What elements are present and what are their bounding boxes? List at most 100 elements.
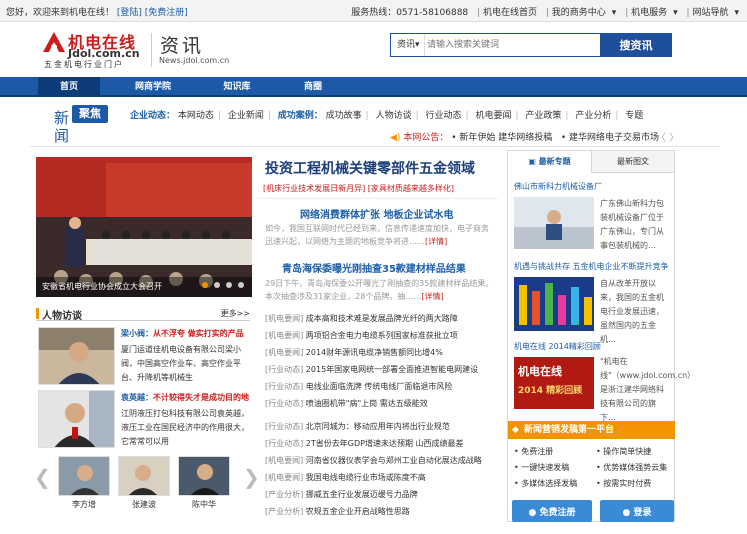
headline-photo[interactable]: 安徽省机电行业协会成立大会召开 bbox=[36, 157, 252, 297]
subnav-item-news[interactable]: 机电要闻 bbox=[475, 111, 511, 121]
gallery-name[interactable]: 李方增 bbox=[58, 499, 110, 510]
search-input[interactable] bbox=[427, 37, 597, 53]
avatar[interactable] bbox=[178, 456, 230, 496]
gallery-name[interactable]: 陈中华 bbox=[178, 499, 230, 510]
subnav-item-success[interactable]: 成功故事 bbox=[326, 111, 362, 121]
list-item[interactable]: [行业动态] 北京同城为：移动应用年内将出行业规范 bbox=[265, 418, 495, 435]
person-title[interactable]: 梁小阀：从不浮夸 做实打实的产品 bbox=[121, 328, 244, 339]
chevron-down-icon: ▾ bbox=[611, 8, 617, 18]
news-list: [机电要闻] 成本高和技术难是发展品牌光纤的两大路障 [机电要闻] 两项铝合金电… bbox=[265, 310, 495, 520]
story-summary: 如今，我国互联网时代已经到来，信息传递速度加快，电子商务迅速兴起，以网络为主题的… bbox=[265, 224, 489, 246]
notice-item[interactable]: • 新年伊始 建华网络投稿 bbox=[451, 133, 552, 143]
free-register-button[interactable]: ● 免费注册 bbox=[512, 500, 592, 522]
people-section-title: 人物访谈 bbox=[42, 311, 82, 322]
nav-item-knowledge[interactable]: 知识库 bbox=[206, 77, 268, 97]
topic-thumbnail[interactable]: 机电在线 2014 精彩回顾 bbox=[514, 357, 594, 409]
story-title[interactable]: 网络消费群体扩张 地板企业试水电 bbox=[300, 206, 453, 221]
promo-item: • 操作简单快捷 bbox=[596, 447, 652, 456]
subnav-item-analysis[interactable]: 产业分析 bbox=[575, 111, 611, 121]
notice-arrows[interactable]: 〈 〉 bbox=[656, 129, 679, 144]
topic-title[interactable]: 机电在线 2014精彩回顾 bbox=[514, 341, 601, 352]
header-divider bbox=[151, 33, 152, 67]
people-more-link[interactable]: 更多>> bbox=[221, 308, 250, 319]
slide-dot[interactable] bbox=[238, 282, 244, 288]
slide-dot[interactable] bbox=[226, 282, 233, 288]
divider bbox=[30, 146, 720, 147]
tab-latest-photos[interactable]: 最新图文 bbox=[592, 151, 674, 173]
nav-item-business-circle[interactable]: 商圈 bbox=[286, 77, 340, 97]
list-item[interactable]: [产业分析] 挪威五金行业发展迈缓号力品牌 bbox=[265, 486, 495, 503]
avatar[interactable] bbox=[58, 456, 110, 496]
avatar[interactable] bbox=[118, 456, 170, 496]
promo-item: • 多媒体选择发稿 bbox=[514, 479, 578, 488]
subnav-item-interview[interactable]: 人物访谈 bbox=[376, 111, 412, 121]
welcome-text: 您好，欢迎来到机电在线！ bbox=[6, 8, 115, 18]
search-button[interactable]: 搜资讯 bbox=[600, 33, 672, 57]
person-title[interactable]: 袁英越：不计较得失才是成功目的地 bbox=[121, 392, 249, 403]
topic-icon: ▣ bbox=[528, 157, 536, 166]
login-link[interactable]: [登陆] bbox=[117, 8, 142, 18]
gallery-prev-arrow[interactable]: ❮ bbox=[34, 465, 51, 489]
list-item[interactable]: [机电要闻] 成本高和技术难是发展品牌光纤的两大路障 bbox=[265, 310, 495, 327]
promo-title: 新闻营销发稿第一平台 bbox=[524, 425, 615, 435]
subnav-item-company-news[interactable]: 企业新闻 bbox=[228, 111, 264, 121]
slide-dot[interactable] bbox=[214, 282, 221, 288]
gallery-name[interactable]: 张建波 bbox=[118, 499, 170, 510]
main-headline[interactable]: 投资工程机械关键零部件五金领域 bbox=[265, 158, 475, 178]
topic-thumbnail[interactable] bbox=[514, 277, 594, 331]
free-register-link[interactable]: [免费注册] bbox=[145, 8, 188, 18]
topic-title[interactable]: 佛山市新科力机械设备厂 bbox=[514, 181, 602, 192]
subnav-item-special[interactable]: 专题 bbox=[625, 111, 643, 121]
industry-label: 企业动态： bbox=[130, 111, 176, 121]
logo-sub-text: 五金机电行业门户 bbox=[44, 60, 124, 69]
top-links: 服务热线：0571-58106888 | 机电在线首页 | 我的商务中心 ▾ | … bbox=[351, 8, 739, 18]
tab-latest-topics[interactable]: ▣ 最新专题 bbox=[508, 151, 592, 173]
user-icon: ● bbox=[622, 507, 631, 518]
list-item[interactable]: [行业动态] 喷油圈机带"病"上岗 需达五级能效 bbox=[265, 395, 495, 412]
story-more-link[interactable]: [详情] bbox=[425, 237, 447, 246]
sub-nav: 新 闻 聚焦 企业动态： 本网动态 | 企业新闻 | 成功案例： 成功故事 | 人物访… bbox=[0, 99, 747, 146]
story-more-link[interactable]: [详情] bbox=[421, 292, 443, 301]
list-item[interactable]: [机电要闻] 两项铝合金电力电缆系列国家标准获批立项 bbox=[265, 327, 495, 344]
subnav-item-industry[interactable]: 行业动态 bbox=[426, 111, 462, 121]
topic-thumbnail[interactable] bbox=[514, 197, 594, 249]
list-item[interactable]: [行业动态] 电线业面临洗牌 传统电线厂面临退市风险 bbox=[265, 378, 495, 395]
list-item[interactable]: [行业动态] 2T省份去年GDP增速未达预期 山西成绩最差 bbox=[265, 435, 495, 452]
category-links: 企业动态： 本网动态 | 企业新闻 | 成功案例： 成功故事 | 人物访谈 | 行业动态… bbox=[130, 111, 644, 121]
bell-icon: ◆ bbox=[512, 425, 519, 435]
list-item[interactable]: [机电要闻] 我国电线电缆行业市场或陈度不高 bbox=[265, 469, 495, 486]
nav-item-academy[interactable]: 网商学院 bbox=[118, 77, 188, 97]
topic-title[interactable]: 机遇与挑战共存 五金机电企业不断提升竞争 bbox=[514, 261, 669, 272]
avatar[interactable] bbox=[38, 327, 115, 385]
list-item[interactable]: [产业分析] 农规五金企业开启战略性思路 bbox=[265, 503, 495, 520]
search-box: 资讯▾ 搜资讯 bbox=[390, 33, 672, 57]
subnav-item-site-news[interactable]: 本网动态 bbox=[178, 111, 214, 121]
nav-item-home[interactable]: 首页 bbox=[38, 77, 100, 97]
list-item[interactable]: [行业动态] 2015年国家电网统一部署全面推进智能电网建设 bbox=[265, 361, 495, 378]
site-nav-link[interactable]: 网站导航 bbox=[692, 8, 728, 18]
login-button[interactable]: ● 登录 bbox=[600, 500, 674, 522]
story-title[interactable]: 青岛海保委曝光刚抽查35款建材样品结果 bbox=[282, 260, 466, 275]
avatar[interactable] bbox=[38, 390, 115, 448]
promo-item: • 按需实时付费 bbox=[596, 479, 652, 488]
search-category-select[interactable]: 资讯▾ bbox=[391, 34, 425, 56]
news-focus-logo: 新 闻 聚焦 bbox=[50, 103, 110, 145]
service-link[interactable]: 机电服务 bbox=[631, 8, 667, 18]
slide-dot[interactable] bbox=[202, 282, 209, 288]
headline-tags[interactable]: [机床行业技术发展日新月异] [家具材质越来越多样化] bbox=[263, 183, 454, 194]
list-item[interactable]: [机电要闻] 河南省仪器仪表学会与郑州工业自动化展达成战略 bbox=[265, 452, 495, 469]
hotline-text: 服务热线：0571-58106888 bbox=[351, 8, 469, 18]
promo-item: • 优势媒体强势云集 bbox=[596, 463, 668, 472]
topic-summary: 自从改革开放以来，我国的五金机电行业发展迅速，虽然国内的五金机… bbox=[600, 279, 664, 344]
list-item[interactable]: [机电要闻] 2014财年源讯电缆净销售额同比增4% bbox=[265, 344, 495, 361]
my-business-link[interactable]: 我的商务中心 bbox=[552, 8, 606, 18]
gallery-next-arrow[interactable]: ❯ bbox=[243, 465, 260, 489]
chevron-down-icon: ▾ bbox=[734, 8, 739, 18]
site-logo[interactable]: 机电在线 Jdol.com.cn 五金机电行业门户 bbox=[42, 29, 152, 69]
main-nav: 首页 网商学院 知识库 商圈 bbox=[0, 77, 747, 97]
conference-photo bbox=[36, 157, 252, 297]
home-link[interactable]: 机电在线首页 bbox=[483, 8, 537, 18]
subnav-item-policy[interactable]: 产业政策 bbox=[525, 111, 561, 121]
notice-item[interactable]: • 建华网络电子交易市场 bbox=[561, 133, 659, 143]
promo-item: • 一键快速发稿 bbox=[514, 463, 570, 472]
